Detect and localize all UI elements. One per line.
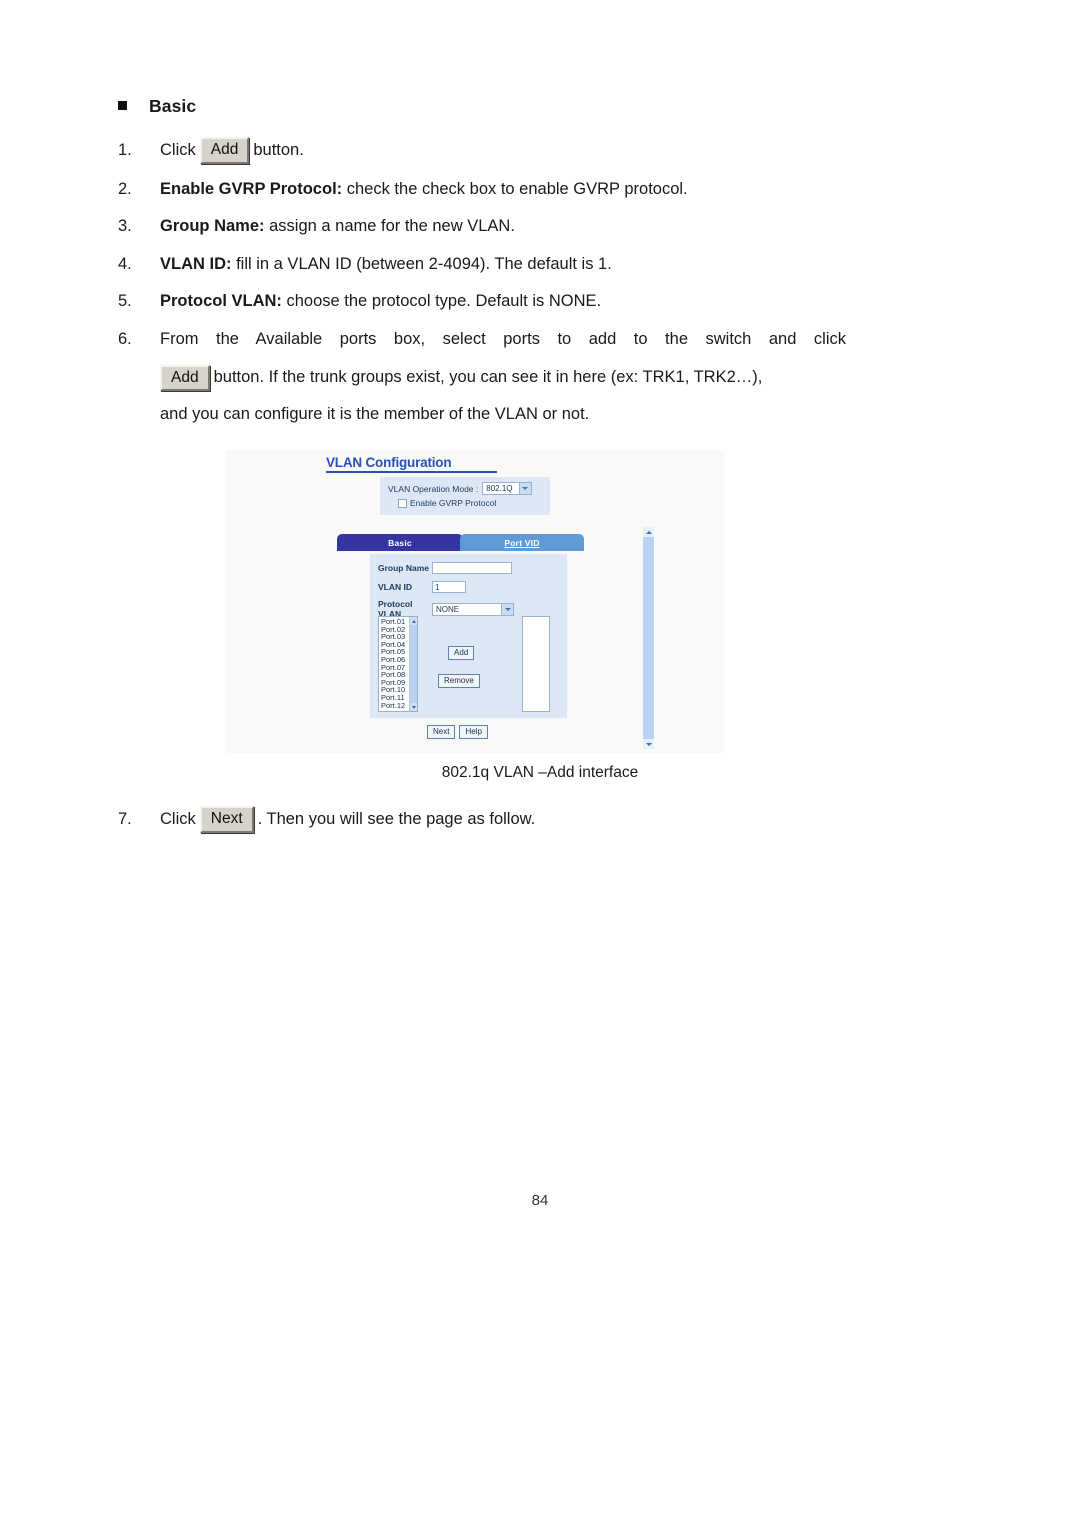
protocol-vlan-value: NONE [436, 604, 460, 614]
vlan-tab-bar: Basic Port VID [337, 534, 587, 551]
section-heading-label: Basic [149, 96, 197, 116]
group-name-label: Group Name [378, 563, 430, 573]
step-2-description: check the check box to enable GVRP proto… [342, 179, 688, 198]
step-number: 4. [118, 254, 132, 273]
vlan-id-label: VLAN ID [378, 582, 412, 592]
step-5-term: Protocol VLAN: [160, 292, 282, 311]
step-number: 6. [118, 329, 132, 348]
scroll-down-icon[interactable] [410, 703, 417, 711]
scroll-thumb[interactable] [643, 537, 654, 739]
step-5-description: choose the protocol type. Default is NON… [281, 292, 602, 311]
vlan-id-row: VLAN ID 1 [378, 581, 466, 593]
step-item-4: 4. VLAN ID: fill in a VLAN ID (between 2… [118, 253, 846, 276]
step-number: 5. [118, 292, 132, 311]
ports-remove-button[interactable]: Remove [438, 674, 480, 688]
document-page: Basic 1. Click Add button. 2. Enable GVRP … [0, 0, 1080, 1527]
vlan-basic-form: Group Name VLAN ID 1 Protocol VLAN NONE … [370, 554, 567, 718]
step-3-term: Group Name: [160, 217, 265, 236]
step-text: Click Next. Then you will see the page as… [160, 806, 535, 833]
step-item-5: 5. Protocol VLAN: choose the protocol ty… [118, 290, 846, 313]
vlan-operation-mode-row: VLAN Operation Mode : 802.1Q [388, 482, 532, 495]
step-text: Protocol VLAN: choose the protocol type.… [160, 290, 846, 313]
step-2-term: Enable GVRP Protocol: [160, 179, 343, 198]
transfer-buttons: Add Remove [438, 642, 480, 688]
step-number: 1. [118, 140, 132, 159]
step-item-2: 2. Enable GVRP Protocol: check the check… [118, 178, 846, 201]
step-number: 2. [118, 179, 132, 198]
tab-basic-label: Basic [388, 537, 412, 548]
step-text: VLAN ID: fill in a VLAN ID (between 2-40… [160, 253, 846, 276]
member-ports-items[interactable] [523, 617, 549, 711]
step-item-6: 6. From the Available ports box, select … [118, 330, 846, 425]
step-text: Click Add button. [160, 137, 846, 164]
step-text: Group Name: assign a name for the new VL… [160, 215, 846, 238]
step-7-pre-text: Click [160, 809, 196, 828]
vlan-configuration-title: VLAN Configuration [326, 455, 498, 473]
figure-action-buttons: Next Help [427, 725, 488, 739]
step-4-term: VLAN ID: [160, 254, 232, 273]
instruction-body: Basic 1. Click Add button. 2. Enable GVRP … [118, 96, 846, 434]
enable-gvrp-label: Enable GVRP Protocol [410, 498, 497, 508]
step-7-post-text: . Then you will see the page as follow. [257, 809, 536, 828]
scroll-up-icon[interactable] [410, 617, 417, 625]
chevron-down-icon [501, 603, 513, 615]
group-name-input[interactable] [432, 562, 512, 574]
available-ports-scrollbar[interactable] [409, 617, 417, 711]
tab-port-vid-label: Port VID [504, 537, 540, 548]
page-scrollbar[interactable] [643, 527, 654, 749]
step-number: 3. [118, 217, 132, 236]
list-item[interactable]: Port.12 [381, 701, 409, 710]
next-button[interactable]: Next [427, 725, 456, 739]
square-bullet-icon [118, 101, 127, 110]
page-number: 84 [531, 1192, 549, 1209]
add-button[interactable]: Add [160, 364, 210, 392]
help-button[interactable]: Help [459, 725, 488, 739]
available-ports-listbox[interactable]: Port.01 Port.02 Port.03 Port.04 Port.05 Port.… [378, 616, 418, 712]
section-heading: Basic [118, 96, 846, 117]
group-name-row: Group Name [378, 562, 512, 574]
step-3-description: assign a name for the new VLAN. [264, 217, 515, 236]
tab-port-vid[interactable]: Port VID [460, 534, 584, 551]
available-ports-items[interactable]: Port.01 Port.02 Port.03 Port.04 Port.05 Port.… [379, 617, 409, 711]
ports-add-button[interactable]: Add [448, 646, 475, 660]
step-text: Enable GVRP Protocol: check the check bo… [160, 178, 846, 201]
scroll-thumb[interactable] [410, 625, 417, 703]
vlan-operation-mode-panel: VLAN Operation Mode : 802.1Q Enable GVRP… [380, 477, 550, 515]
step-6-line-2: button. If the trunk groups exist, you c… [213, 368, 763, 387]
next-button[interactable]: Next [199, 806, 254, 833]
step-item-3: 3. Group Name: assign a name for the new… [118, 215, 846, 238]
vlan-operation-mode-label: VLAN Operation Mode : [388, 483, 479, 494]
step-6-line-1: From the Available ports box, select por… [160, 329, 846, 348]
vlan-configuration-figure: VLAN Configuration VLAN Operation Mode :… [225, 450, 724, 753]
scroll-down-icon[interactable] [643, 739, 654, 749]
scroll-up-icon[interactable] [643, 527, 654, 537]
chevron-down-icon [518, 483, 531, 494]
step-item-7: 7. Click Next. Then you will see the page… [118, 806, 846, 833]
vlan-operation-mode-select[interactable]: 802.1Q [482, 482, 532, 495]
add-button[interactable]: Add [199, 137, 250, 164]
enable-gvrp-row[interactable]: Enable GVRP Protocol [398, 498, 496, 508]
step-4-description: fill in a VLAN ID (between 2-4094). The … [231, 254, 612, 273]
enable-gvrp-checkbox[interactable] [398, 498, 407, 508]
tab-basic[interactable]: Basic [337, 534, 463, 551]
step-1-post-text: button. [253, 140, 304, 159]
protocol-vlan-select[interactable]: NONE [432, 602, 514, 616]
vlan-operation-mode-value: 802.1Q [486, 484, 513, 493]
member-ports-listbox[interactable] [522, 616, 550, 712]
vlan-id-input[interactable]: 1 [432, 581, 466, 593]
step-number: 7. [118, 809, 132, 828]
step-1-pre-text: Click [160, 140, 196, 159]
step-6-line-3: and you can configure it is the member o… [160, 405, 590, 424]
step-item-1: 1. Click Add button. [118, 137, 846, 164]
figure-caption: 802.1q VLAN –Add interface [441, 764, 639, 781]
